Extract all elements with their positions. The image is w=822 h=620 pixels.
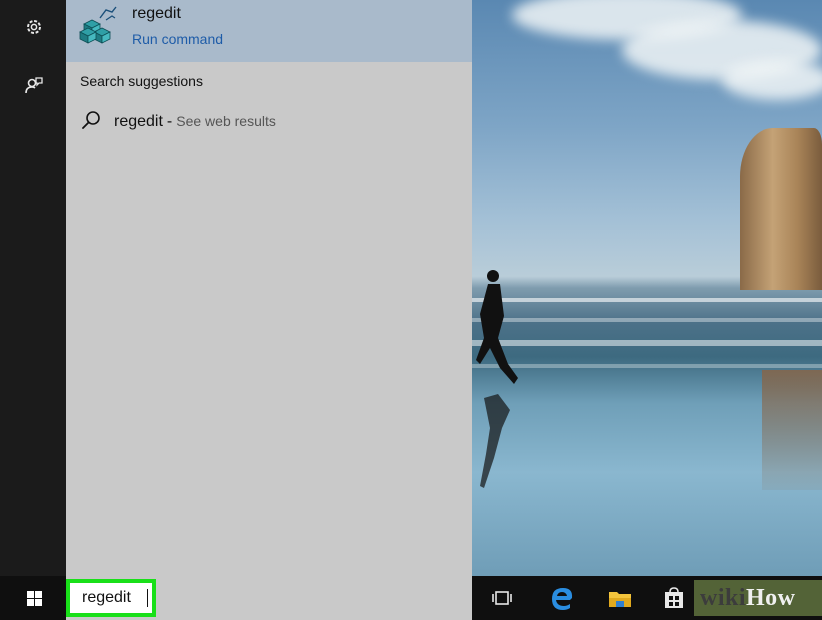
text-caret xyxy=(147,589,148,607)
windows-logo-icon xyxy=(27,591,42,606)
search-suggestion-item[interactable]: regedit - See web results xyxy=(66,106,472,140)
wallpaper-runner-silhouette xyxy=(476,270,518,488)
search-suggestion-text: regedit - See web results xyxy=(114,113,276,131)
wallpaper-wave xyxy=(472,298,822,302)
start-button[interactable] xyxy=(0,576,66,620)
wallpaper-sea-stack-reflection xyxy=(762,370,822,490)
wallpaper-cloud xyxy=(722,60,822,100)
file-explorer-button[interactable] xyxy=(606,584,634,612)
suggestion-query: regedit xyxy=(114,113,163,130)
store-icon xyxy=(665,587,683,608)
wallpaper-wave xyxy=(472,318,822,322)
best-match-result[interactable]: regedit Run command xyxy=(66,0,472,62)
file-explorer-icon xyxy=(609,592,631,607)
gear-icon xyxy=(27,20,41,34)
feedback-icon[interactable] xyxy=(22,75,46,99)
taskbar: wikiHow xyxy=(0,576,822,620)
registry-editor-icon xyxy=(79,6,117,44)
taskbar-search-box xyxy=(66,576,472,620)
wallpaper-wave xyxy=(472,340,822,346)
best-match-app-type: Run command xyxy=(132,31,224,47)
desktop-wallpaper xyxy=(472,0,822,576)
search-input[interactable] xyxy=(66,579,156,617)
wikihow-watermark: wikiHow xyxy=(694,580,822,616)
suggestion-action: See web results xyxy=(176,113,276,129)
wallpaper-wave xyxy=(472,364,822,368)
suggestion-separator: - xyxy=(166,113,173,130)
watermark-how: How xyxy=(746,585,796,611)
watermark-wiki: wiki xyxy=(700,585,747,611)
edge-browser-button[interactable] xyxy=(548,584,576,612)
settings-icon[interactable] xyxy=(22,17,46,41)
store-button[interactable] xyxy=(660,584,688,612)
search-icon xyxy=(82,111,100,129)
best-match-app-name: regedit xyxy=(132,5,181,22)
person-feedback-icon xyxy=(25,77,43,94)
start-menu-left-rail xyxy=(0,0,66,576)
task-view-icon xyxy=(492,591,512,605)
task-view-button[interactable] xyxy=(488,584,516,612)
search-suggestions-heading: Search suggestions xyxy=(80,73,203,89)
edge-browser-icon xyxy=(552,588,573,610)
wallpaper-sea-stack xyxy=(740,128,822,290)
search-results-panel: regedit Run command Search suggestions r… xyxy=(66,0,472,576)
